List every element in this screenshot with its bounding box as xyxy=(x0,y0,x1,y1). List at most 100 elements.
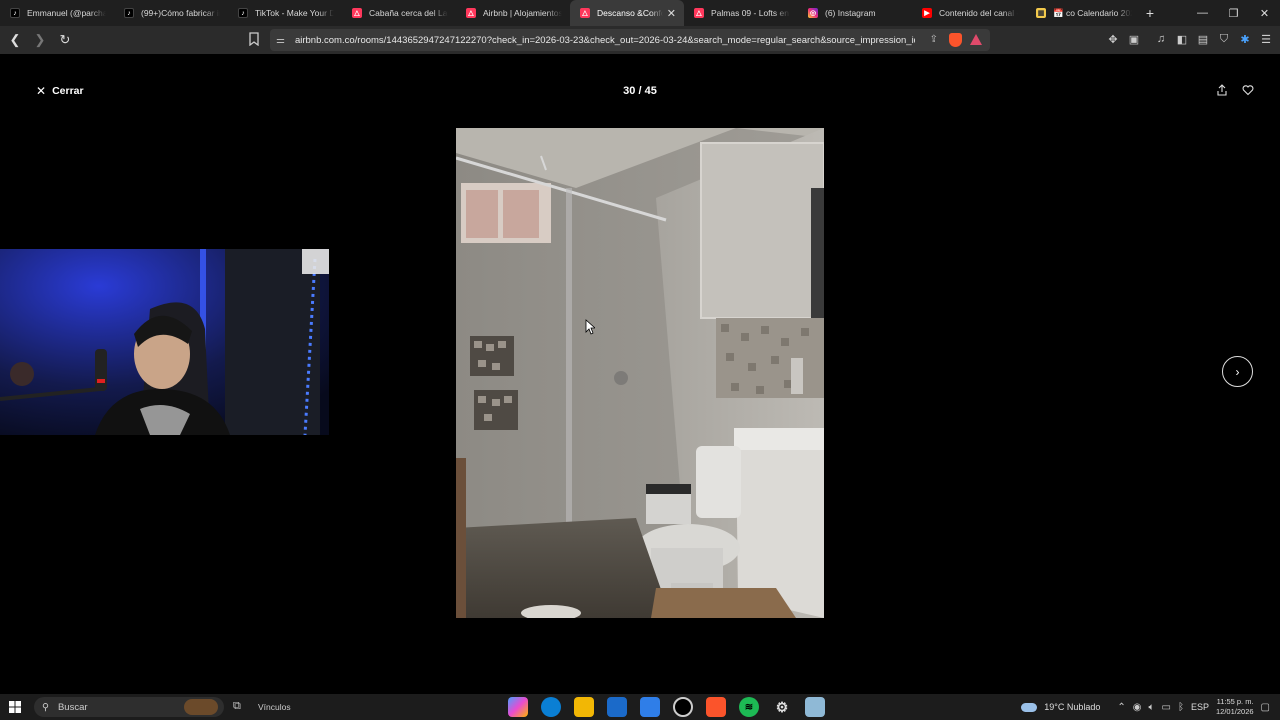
taskbar: ⚲ Buscar ⧉ Vínculos ≋ ⚙ 19°C Nublado ⌃ ◉… xyxy=(0,694,1280,720)
wallet-icon[interactable]: ▤ xyxy=(1197,33,1209,46)
airbnb-icon: △ xyxy=(580,8,590,18)
tab-title: Palmas 09 - Lofts en al xyxy=(711,8,790,18)
search-placeholder: Buscar xyxy=(57,701,88,713)
browser-tab[interactable]: △ Cabaña cerca del Lago xyxy=(342,0,456,26)
notepad-icon[interactable] xyxy=(805,697,825,717)
listing-photo xyxy=(456,128,824,618)
mouse-cursor-icon xyxy=(585,319,595,335)
brave-icon[interactable] xyxy=(706,697,726,717)
browser-tab[interactable]: ♪ TikTok - Make Your Da xyxy=(228,0,342,26)
share-icon[interactable]: ⇪ xyxy=(930,34,938,45)
browser-tab[interactable]: ▦ 📅 co Calendario 2026 xyxy=(1026,0,1140,26)
url-text[interactable]: airbnb.com.co/rooms/1443652947247122270?… xyxy=(295,35,915,46)
brave-rewards-icon[interactable] xyxy=(970,34,982,45)
browser-tab-strip: ♪ Emmanuel (@parchate ♪ (99+)Cómo fabricar… xyxy=(0,0,1280,26)
sidebar-icon[interactable]: ◧ xyxy=(1176,33,1188,46)
tab-title: 📅 co Calendario 2026 xyxy=(1053,7,1132,18)
spotify-icon[interactable]: ≋ xyxy=(739,697,759,717)
cloud-icon xyxy=(1021,702,1038,712)
tab-title: (99+)Cómo fabricar in xyxy=(141,8,220,18)
photo-viewer: ✕ Cerrar 30 / 45 › xyxy=(0,54,1280,694)
heart-icon[interactable] xyxy=(1242,84,1254,96)
browser-tab[interactable]: ▶ Contenido del canal - xyxy=(912,0,1026,26)
start-button[interactable] xyxy=(0,701,30,713)
photo-counter: 30 / 45 xyxy=(623,85,657,97)
airbnb-icon: △ xyxy=(694,8,704,18)
notification-icon[interactable]: ▢ xyxy=(1261,702,1270,713)
menu-icon[interactable]: ☰ xyxy=(1260,33,1272,46)
bookmark-icon[interactable] xyxy=(248,32,260,46)
bluetooth-icon[interactable]: ᛒ xyxy=(1178,702,1184,713)
tiktok-icon: ♪ xyxy=(238,8,248,18)
reload-icon[interactable]: ↻ xyxy=(55,30,75,50)
system-tray: 19°C Nublado ⌃ ◉ 🔈︎ ▭ ᛒ ESP 11:55 p. m. … xyxy=(1021,694,1280,720)
brave-shield-icon[interactable] xyxy=(949,33,962,47)
tab-title: Airbnb | Alojamientos xyxy=(483,8,562,18)
search-icon: ⚲ xyxy=(42,701,49,713)
clock-date: 12/01/2026 xyxy=(1216,707,1254,716)
search-highlight-icon xyxy=(184,699,218,715)
edge-icon[interactable] xyxy=(541,697,561,717)
copilot-icon[interactable] xyxy=(508,697,528,717)
windows-logo-icon xyxy=(9,701,21,713)
tab-title: (6) Instagram xyxy=(825,8,876,18)
obs-icon[interactable] xyxy=(673,697,693,717)
store-icon[interactable] xyxy=(607,697,627,717)
weather-text[interactable]: 19°C Nublado xyxy=(1044,702,1100,712)
browser-tab[interactable]: △ Airbnb | Alojamientos xyxy=(456,0,570,26)
tab-title: TikTok - Make Your Da xyxy=(255,8,334,18)
pinned-apps: ≋ ⚙ xyxy=(508,697,825,717)
extensions-bar: ✥ ▣ ♫ ◧ ▤ ⛉ ✱ ☰ xyxy=(1107,33,1272,46)
brave-tray-icon[interactable]: ◉ xyxy=(1133,702,1142,713)
puzzle-extension-icon[interactable]: ✥ xyxy=(1107,33,1119,46)
browser-tab[interactable]: ♪ Emmanuel (@parchate xyxy=(0,0,114,26)
ai-assistant-icon[interactable]: ✱ xyxy=(1239,33,1251,46)
forward-icon[interactable]: ❯ xyxy=(30,30,50,50)
clock[interactable]: 11:55 p. m. 12/01/2026 xyxy=(1216,697,1254,717)
chevron-right-icon: › xyxy=(1235,364,1240,379)
taskbar-search[interactable]: ⚲ Buscar xyxy=(34,697,224,717)
browser-tab[interactable]: ♪ (99+)Cómo fabricar in xyxy=(114,0,228,26)
browser-tab-active[interactable]: △ Descanso &Confo ✕ xyxy=(570,0,684,26)
screenshot-icon[interactable]: ▣ xyxy=(1128,33,1140,46)
restore-icon[interactable]: ❐ xyxy=(1218,0,1249,26)
viewer-actions xyxy=(1216,84,1254,96)
tab-title: Cabaña cerca del Lago xyxy=(369,8,448,18)
airbnb-icon: △ xyxy=(352,8,362,18)
tab-title: Contenido del canal - xyxy=(939,8,1018,18)
chevron-up-icon[interactable]: ⌃ xyxy=(1117,702,1125,713)
webcam-overlay xyxy=(0,249,329,435)
browser-toolbar: ❮ ❯ ↻ ⚌ airbnb.com.co/rooms/144365294724… xyxy=(0,26,1280,54)
new-tab-button[interactable]: + xyxy=(1140,5,1160,21)
window-controls: — ❐ ✕ xyxy=(1187,0,1280,26)
tiktok-icon: ♪ xyxy=(10,8,20,18)
tiktok-icon: ♪ xyxy=(124,8,134,18)
instagram-icon: ◎ xyxy=(808,8,818,18)
share-icon[interactable] xyxy=(1216,84,1228,96)
media-icon[interactable]: ♫ xyxy=(1155,33,1167,45)
links-toolbar[interactable]: Vínculos xyxy=(258,702,291,712)
browser-tab[interactable]: △ Palmas 09 - Lofts en al xyxy=(684,0,798,26)
speaker-icon[interactable]: 🔈︎ xyxy=(1149,702,1155,713)
clock-time: 11:55 p. m. xyxy=(1216,697,1254,706)
settings-gear-icon[interactable]: ⚙ xyxy=(772,697,792,717)
site-settings-icon[interactable]: ⚌ xyxy=(276,35,285,46)
vpn-shield-icon[interactable]: ⛉ xyxy=(1218,33,1230,45)
language-indicator[interactable]: ESP xyxy=(1191,702,1209,712)
file-explorer-icon[interactable] xyxy=(574,697,594,717)
tab-title: Descanso &Confo xyxy=(597,8,663,18)
calendar-icon: ▦ xyxy=(1036,8,1046,18)
close-tab-icon[interactable]: ✕ xyxy=(667,7,676,20)
browser-tab[interactable]: ◎ (6) Instagram xyxy=(798,0,912,26)
network-icon[interactable]: ▭ xyxy=(1162,702,1171,713)
next-photo-button[interactable]: › xyxy=(1222,356,1253,387)
back-icon[interactable]: ❮ xyxy=(5,30,25,50)
tab-title: Emmanuel (@parchate xyxy=(27,8,106,18)
minimize-icon[interactable]: — xyxy=(1187,0,1218,26)
youtube-icon: ▶ xyxy=(922,8,932,18)
task-view-icon[interactable]: ⧉ xyxy=(233,700,241,713)
airbnb-icon: △ xyxy=(466,8,476,18)
outlook-icon[interactable] xyxy=(640,697,660,717)
address-bar[interactable]: ⚌ airbnb.com.co/rooms/144365294724712227… xyxy=(270,29,990,51)
close-window-icon[interactable]: ✕ xyxy=(1249,0,1280,26)
